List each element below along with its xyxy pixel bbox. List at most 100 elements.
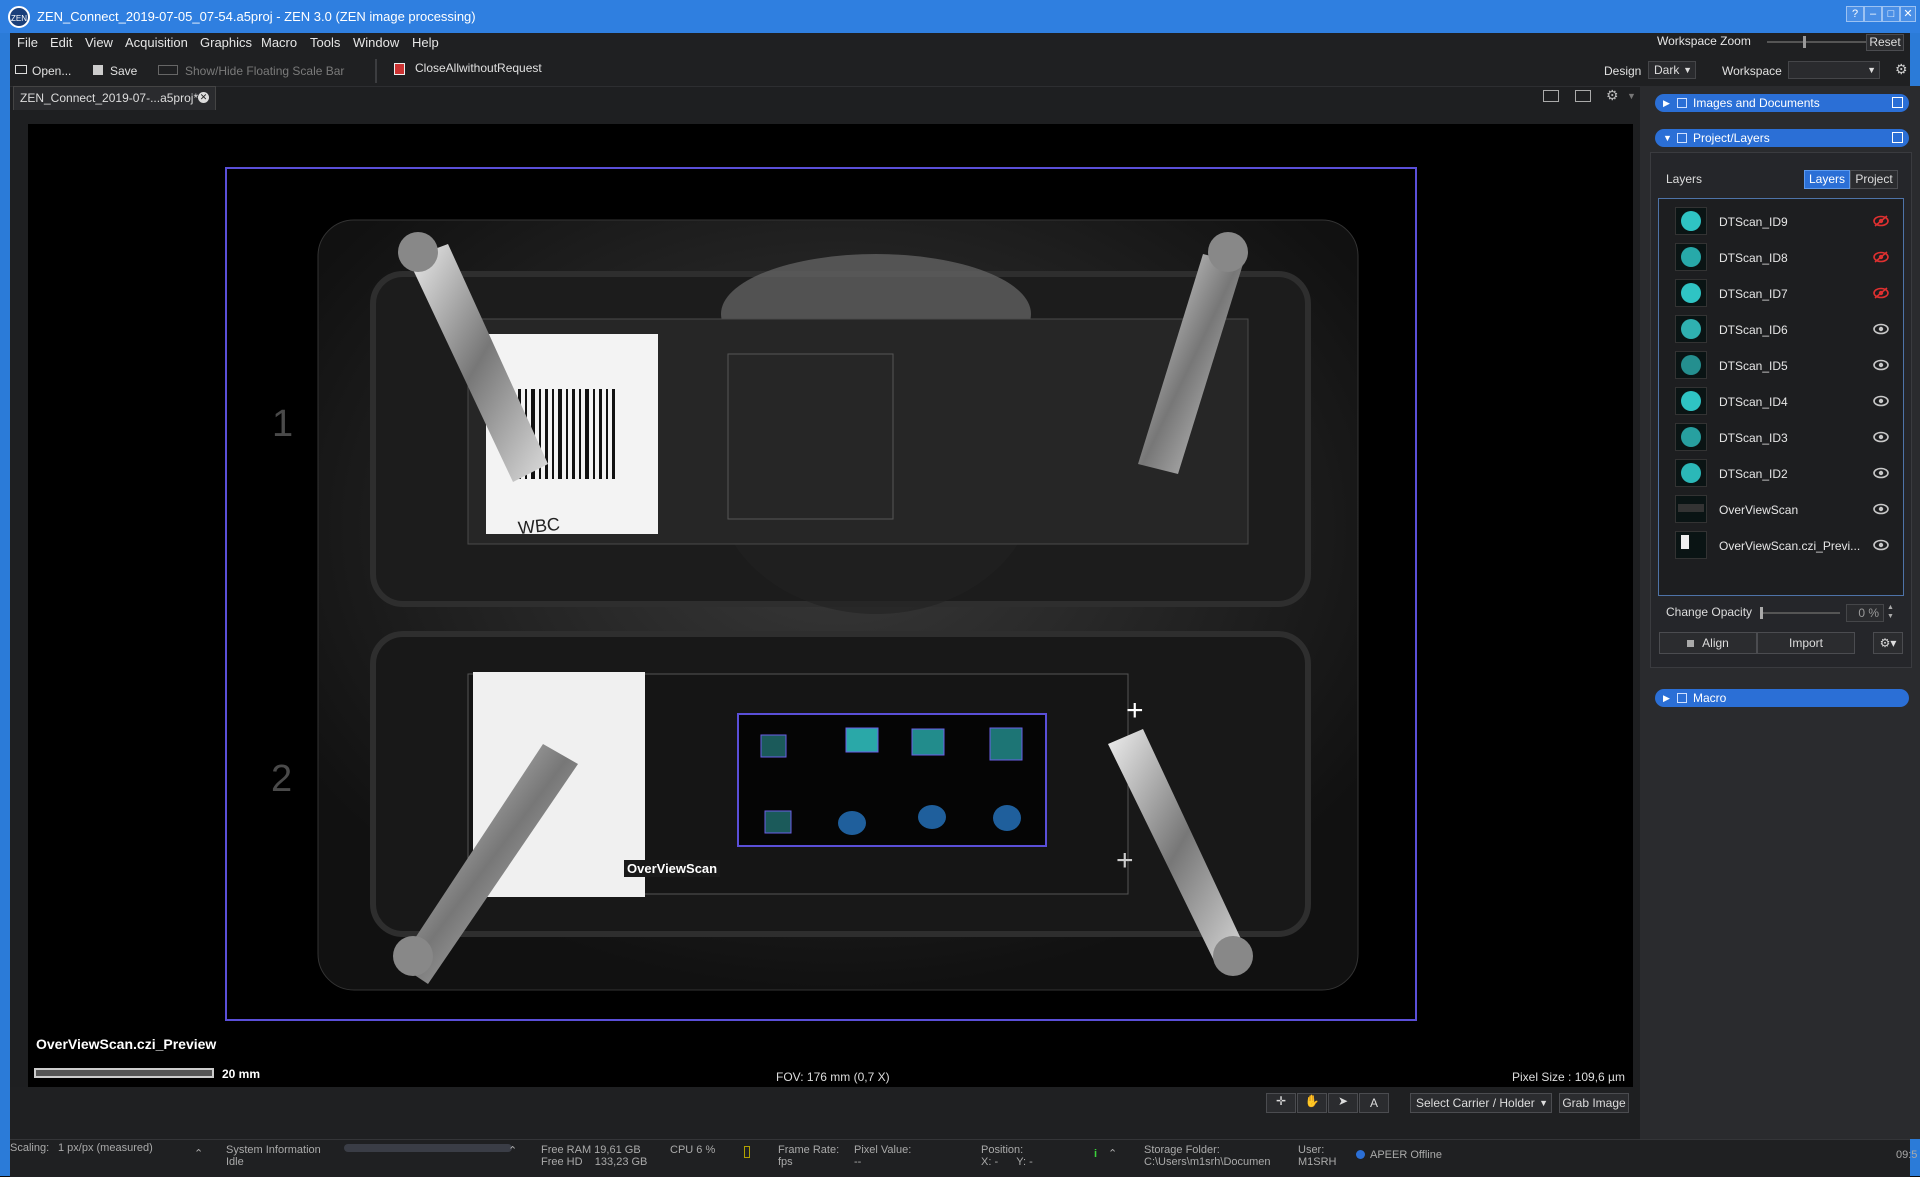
layer-row[interactable]: DTScan_ID5 bbox=[1659, 347, 1903, 383]
pixel-size-readout: Pixel Size : 109,6 µm bbox=[1512, 1070, 1625, 1084]
chevron-up-icon[interactable]: ⌃ bbox=[1108, 1148, 1117, 1160]
layer-row[interactable]: OverViewScan.czi_Previ... bbox=[1659, 527, 1903, 563]
text-tool-button[interactable]: A bbox=[1359, 1093, 1389, 1113]
project-layers-panel-header[interactable]: ▼ Project/Layers bbox=[1655, 129, 1909, 147]
svg-text:+: + bbox=[1126, 694, 1144, 727]
design-dropdown[interactable]: Dark ▼ bbox=[1648, 61, 1696, 79]
menu-tools[interactable]: Tools bbox=[310, 35, 340, 50]
eye-hidden-icon[interactable] bbox=[1873, 285, 1889, 301]
crosshair-icon[interactable]: ✛ bbox=[1266, 1093, 1296, 1113]
eye-icon[interactable] bbox=[1873, 393, 1889, 409]
open-button[interactable]: Open... bbox=[32, 64, 71, 78]
slot-number-1: 1 bbox=[272, 403, 294, 445]
document-tab[interactable]: ZEN_Connect_2019-07-...a5proj* ✕ bbox=[13, 86, 216, 110]
toolbar-divider bbox=[375, 59, 377, 83]
chevron-up-icon[interactable]: ⌃ bbox=[508, 1145, 517, 1157]
layers-list: DTScan_ID9 DTScan_ID8 DTScan_ID7 DTScan_ID6… bbox=[1658, 198, 1904, 596]
layer-name: OverViewScan.czi_Previ... bbox=[1719, 539, 1861, 553]
minimize-button[interactable]: – bbox=[1864, 6, 1882, 22]
scaling-label: Scaling: bbox=[10, 1142, 50, 1154]
grab-image-button[interactable]: Grab Image bbox=[1559, 1093, 1629, 1113]
gear-icon[interactable]: ⚙ bbox=[1895, 61, 1908, 78]
eye-icon[interactable] bbox=[1873, 321, 1889, 337]
layer-name: DTScan_ID4 bbox=[1719, 395, 1788, 409]
images-documents-panel-header[interactable]: ▶ Images and Documents bbox=[1655, 94, 1909, 112]
undock-icon[interactable] bbox=[1892, 97, 1903, 108]
layer-thumbnail bbox=[1675, 351, 1707, 379]
maximize-button[interactable]: □ bbox=[1882, 6, 1900, 22]
layer-row[interactable]: DTScan_ID4 bbox=[1659, 383, 1903, 419]
layer-row[interactable]: DTScan_ID3 bbox=[1659, 419, 1903, 455]
close-window-button[interactable]: ✕ bbox=[1900, 6, 1916, 22]
menu-graphics[interactable]: Graphics bbox=[200, 35, 252, 50]
menu-edit[interactable]: Edit bbox=[50, 35, 72, 50]
grid-view-icon[interactable] bbox=[1543, 90, 1559, 102]
workspace-zoom-slider[interactable] bbox=[1767, 36, 1867, 48]
menu-view[interactable]: View bbox=[85, 35, 113, 50]
progress-bar bbox=[344, 1144, 512, 1152]
slider-handle[interactable] bbox=[1760, 607, 1763, 619]
position-label: Position: bbox=[981, 1144, 1024, 1156]
position-value: X: - Y: - bbox=[981, 1156, 1033, 1168]
macro-panel-header[interactable]: ▶ Macro bbox=[1655, 689, 1909, 707]
import-button[interactable]: Import bbox=[1757, 632, 1855, 654]
workspace-dropdown[interactable]: ▼ bbox=[1788, 61, 1880, 79]
select-carrier-label: Select Carrier / Holder bbox=[1416, 1096, 1535, 1110]
align-button[interactable]: Align bbox=[1659, 632, 1757, 654]
layer-row[interactable]: DTScan_ID2 bbox=[1659, 455, 1903, 491]
layer-name: DTScan_ID2 bbox=[1719, 467, 1788, 481]
select-carrier-dropdown[interactable]: Select Carrier / Holder ▼ bbox=[1410, 1093, 1552, 1113]
menu-file[interactable]: File bbox=[17, 35, 38, 50]
apeer-status[interactable]: APEER Offline bbox=[1370, 1149, 1442, 1161]
menu-help[interactable]: Help bbox=[412, 35, 439, 50]
view-settings-gear-icon[interactable]: ⚙ bbox=[1606, 87, 1619, 104]
chevron-down-icon[interactable]: ▼ bbox=[1627, 91, 1636, 101]
chevron-down-icon: ▼ bbox=[1683, 65, 1692, 75]
slider-handle[interactable] bbox=[1803, 36, 1806, 48]
design-label: Design bbox=[1604, 64, 1642, 78]
eye-icon[interactable] bbox=[1873, 429, 1889, 445]
opacity-spinner-icon[interactable]: ▲ ▼ bbox=[1887, 603, 1894, 621]
close-all-macro-button[interactable]: CloseAllwithoutRequest bbox=[415, 61, 542, 75]
menu-acquisition[interactable]: Acquisition bbox=[125, 35, 188, 50]
opacity-slider[interactable] bbox=[1760, 607, 1840, 619]
collapse-arrow-icon: ▼ bbox=[1663, 133, 1672, 143]
eye-icon[interactable] bbox=[1873, 537, 1889, 553]
help-window-button[interactable]: ? bbox=[1846, 6, 1864, 22]
layer-thumbnail bbox=[1675, 243, 1707, 271]
opacity-value-field[interactable]: 0 % bbox=[1846, 604, 1884, 622]
eye-hidden-icon[interactable] bbox=[1873, 213, 1889, 229]
menu-window[interactable]: Window bbox=[353, 35, 399, 50]
layer-row[interactable]: DTScan_ID9 bbox=[1659, 203, 1903, 239]
eye-icon[interactable] bbox=[1873, 465, 1889, 481]
layer-options-gear-icon[interactable]: ⚙▾ bbox=[1873, 632, 1903, 654]
chevron-up-icon[interactable]: ⌃ bbox=[194, 1148, 203, 1160]
layer-row[interactable]: DTScan_ID6 bbox=[1659, 311, 1903, 347]
eye-icon[interactable] bbox=[1873, 501, 1889, 517]
tab-layers[interactable]: Layers bbox=[1804, 170, 1850, 189]
zoom-reset-button[interactable]: Reset bbox=[1866, 34, 1904, 51]
workspace-label: Workspace bbox=[1722, 64, 1782, 78]
split-view-icon[interactable] bbox=[1575, 90, 1591, 102]
tab-project[interactable]: Project bbox=[1850, 170, 1898, 189]
image-viewer[interactable]: + + 1 2 WBC OverViewScan OverViewScan.cz… bbox=[28, 124, 1633, 1087]
layer-name: DTScan_ID8 bbox=[1719, 251, 1788, 265]
close-tab-icon[interactable]: ✕ bbox=[198, 92, 209, 103]
menu-macro[interactable]: Macro bbox=[261, 35, 297, 50]
layer-row[interactable]: DTScan_ID8 bbox=[1659, 239, 1903, 275]
documents-icon bbox=[1677, 98, 1687, 108]
info-icon[interactable]: i bbox=[1094, 1148, 1097, 1160]
eye-hidden-icon[interactable] bbox=[1873, 249, 1889, 265]
layer-name: DTScan_ID3 bbox=[1719, 431, 1788, 445]
pointer-icon[interactable]: ➤ bbox=[1328, 1093, 1358, 1113]
layer-row[interactable]: OverViewScan bbox=[1659, 491, 1903, 527]
document-tab-label: ZEN_Connect_2019-07-...a5proj* bbox=[20, 91, 199, 105]
eye-icon[interactable] bbox=[1873, 357, 1889, 373]
free-ram: Free RAM 19,61 GB bbox=[541, 1144, 641, 1156]
save-button[interactable]: Save bbox=[110, 64, 137, 78]
hand-pan-icon[interactable]: ✋ bbox=[1297, 1093, 1327, 1113]
undock-icon[interactable] bbox=[1892, 132, 1903, 143]
layer-row[interactable]: DTScan_ID7 bbox=[1659, 275, 1903, 311]
system-info-value: Idle bbox=[226, 1156, 244, 1168]
toggle-scalebar-button[interactable]: Show/Hide Floating Scale Bar bbox=[185, 64, 344, 78]
